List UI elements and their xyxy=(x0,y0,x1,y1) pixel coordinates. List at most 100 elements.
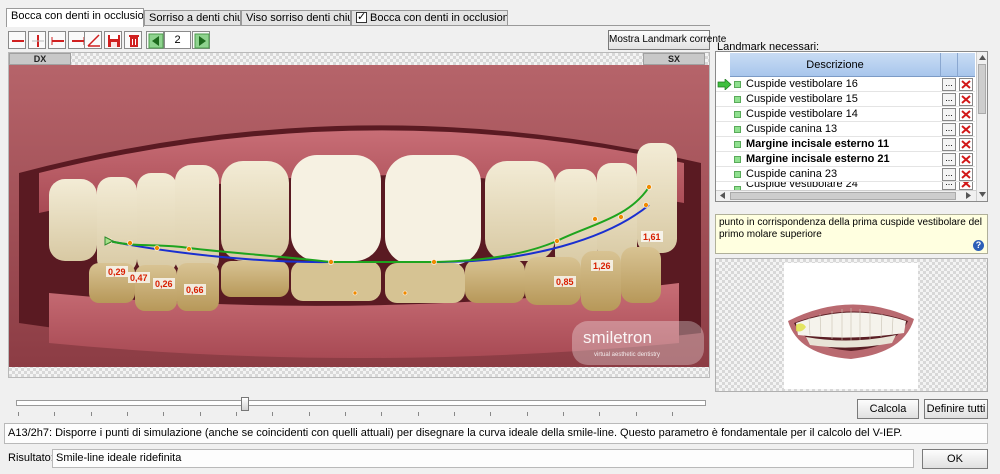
horizontal-line-button[interactable] xyxy=(8,31,26,49)
curve-point[interactable] xyxy=(127,240,133,246)
vertical-line-button[interactable] xyxy=(28,31,46,49)
page-number-field[interactable]: 2 xyxy=(164,31,191,49)
slider-tick xyxy=(454,412,455,416)
edit-landmark-button[interactable]: ... xyxy=(942,108,956,121)
curve-point[interactable] xyxy=(643,202,649,208)
tab-checkbox[interactable] xyxy=(356,11,367,23)
tab-bar: Bocca con denti in occlusione Sorriso a … xyxy=(6,8,508,27)
tab-sorriso-denti-chiusi[interactable]: Sorriso a denti chiusi xyxy=(144,10,241,26)
delete-landmark-button[interactable] xyxy=(959,168,973,181)
delete-landmark-button[interactable] xyxy=(959,93,973,106)
landmark-row[interactable]: Cuspide vestibolare 15 ... xyxy=(716,92,975,107)
red-x-icon xyxy=(961,125,971,134)
measurement-label: 1,26 xyxy=(591,260,613,271)
tooth xyxy=(621,247,661,303)
column-separator xyxy=(940,53,941,77)
landmarks-horizontal-scrollbar[interactable] xyxy=(716,190,976,201)
delete-landmark-button[interactable] xyxy=(959,108,973,121)
landmark-row[interactable]: Cuspide vestibolare 16 ... xyxy=(716,77,975,92)
delete-icon xyxy=(129,35,139,47)
column-separator xyxy=(957,53,958,77)
edit-landmark-button[interactable]: ... xyxy=(942,138,956,151)
angle-icon xyxy=(87,34,100,47)
red-x-icon xyxy=(961,80,971,89)
next-page-button[interactable] xyxy=(192,31,210,49)
zoom-slider-thumb[interactable] xyxy=(241,397,249,411)
tab-label: Bocca con denti in occlusione xyxy=(11,10,144,22)
edit-landmark-button[interactable]: ... xyxy=(942,153,956,166)
curve-point[interactable] xyxy=(328,259,334,265)
delete-landmark-button[interactable] xyxy=(959,138,973,151)
landmarks-table: Descrizione Cuspide vestibolare 16 ... C… xyxy=(715,51,988,202)
scrollbar-thumb[interactable] xyxy=(730,192,956,200)
slider-tick xyxy=(418,412,419,416)
show-current-landmark-button[interactable]: Mostra Landmark corrente xyxy=(608,30,726,50)
slider-tick xyxy=(200,412,201,416)
curve-point[interactable] xyxy=(186,246,192,252)
curve-point[interactable] xyxy=(431,259,437,265)
tab-viso-sorriso[interactable]: Viso sorriso denti chiusi xyxy=(241,10,351,26)
slider-tick xyxy=(54,412,55,416)
save-button[interactable] xyxy=(104,31,122,49)
zoom-slider-track[interactable] xyxy=(16,400,706,406)
delete-button[interactable] xyxy=(124,31,142,49)
curve-point[interactable] xyxy=(618,214,624,220)
scrollbar-thumb[interactable] xyxy=(978,64,986,114)
measurement-label: 0,85 xyxy=(554,276,576,287)
curve-point[interactable] xyxy=(554,238,560,244)
scroll-down-icon[interactable] xyxy=(978,189,987,199)
edit-landmark-button[interactable]: ... xyxy=(942,93,956,106)
edit-landmark-button[interactable]: ... xyxy=(942,182,956,190)
landmark-row[interactable]: Margine incisale esterno 21 ... xyxy=(716,152,975,167)
description-column-header[interactable]: Descrizione xyxy=(730,59,940,71)
curve-point[interactable] xyxy=(402,290,408,296)
tab-bocca-occlusione[interactable]: Bocca con denti in occlusione xyxy=(6,8,144,27)
landmark-row[interactable]: Margine incisale esterno 11 ... xyxy=(716,137,975,152)
landmarks-vertical-scrollbar[interactable] xyxy=(976,52,987,201)
angle-button[interactable] xyxy=(84,31,102,49)
scroll-right-icon[interactable] xyxy=(963,191,973,200)
preview-smile-image xyxy=(788,304,914,359)
slider-tick xyxy=(18,412,19,416)
definire-tutti-button[interactable]: Definire tutti xyxy=(924,399,988,419)
landmark-description-text: punto in corrispondenza della prima cusp… xyxy=(719,217,982,240)
tooth xyxy=(221,161,289,261)
measurement-label: 0,29 xyxy=(106,266,128,277)
line-left-icon xyxy=(51,37,64,45)
curve-point[interactable] xyxy=(352,290,358,296)
dental-photo[interactable]: 0,29 0,47 0,26 0,66 0,85 1,26 1,61 smile… xyxy=(9,53,710,378)
delete-landmark-button[interactable] xyxy=(959,123,973,136)
red-x-icon xyxy=(961,155,971,164)
save-icon xyxy=(108,35,120,47)
landmark-row[interactable]: Cuspide canina 23 ... xyxy=(716,167,975,182)
tab-bocca-occlusione-checked[interactable]: Bocca con denti in occlusione xyxy=(351,10,508,26)
curve-point[interactable] xyxy=(646,184,652,190)
scroll-up-icon[interactable] xyxy=(978,53,987,63)
red-x-icon xyxy=(961,170,971,179)
help-icon[interactable]: ? xyxy=(973,240,984,251)
curve-point[interactable] xyxy=(154,245,160,251)
scroll-left-icon[interactable] xyxy=(718,191,728,200)
image-canvas[interactable]: DX SX 0,29 0,47 0,26 0,66 0,85 1,26 1,61… xyxy=(8,52,710,378)
delete-landmark-button[interactable] xyxy=(959,182,973,190)
tooth xyxy=(97,177,137,273)
ok-button[interactable]: OK xyxy=(922,449,988,469)
delete-landmark-button[interactable] xyxy=(959,153,973,166)
vertical-line-icon xyxy=(32,35,44,47)
tab-label: Viso sorriso denti chiusi xyxy=(246,12,351,24)
slider-tick xyxy=(381,412,382,416)
landmark-row[interactable]: Cuspide canina 13 ... xyxy=(716,122,975,137)
landmark-row[interactable]: Cuspide vestibolare 14 ... xyxy=(716,107,975,122)
edit-landmark-button[interactable]: ... xyxy=(942,78,956,91)
prev-page-button[interactable] xyxy=(146,31,164,49)
edit-landmark-button[interactable]: ... xyxy=(942,123,956,136)
line-left-button[interactable] xyxy=(48,31,66,49)
landmark-row[interactable]: Cuspide vestibolare 24 ... xyxy=(716,182,975,190)
edit-landmark-button[interactable]: ... xyxy=(942,168,956,181)
curve-point[interactable] xyxy=(592,216,598,222)
slider-tick xyxy=(236,412,237,416)
slider-tick xyxy=(563,412,564,416)
landmark-label: Cuspide canina 13 xyxy=(746,123,838,135)
delete-landmark-button[interactable] xyxy=(959,78,973,91)
calcola-button[interactable]: Calcola xyxy=(857,399,919,419)
